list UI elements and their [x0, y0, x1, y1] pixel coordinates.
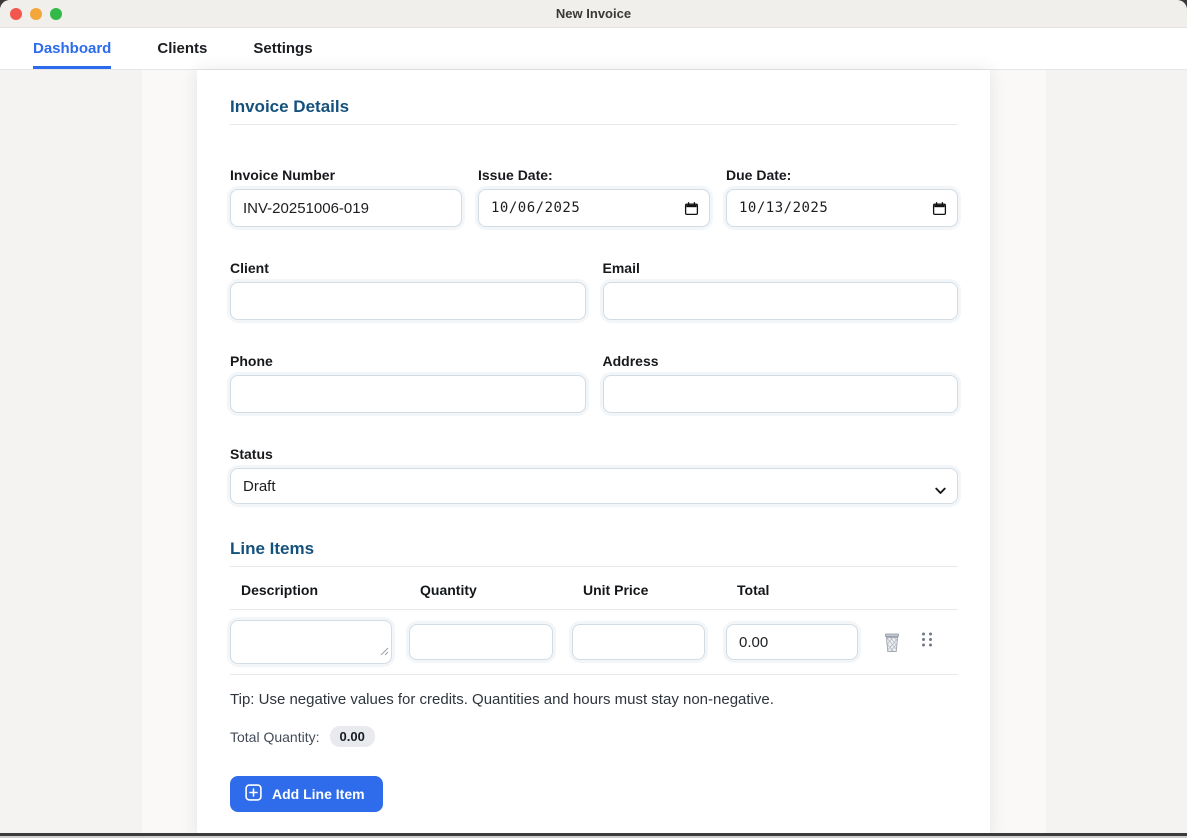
invoice-form-card: Invoice Details Invoice Number Issue Dat…	[197, 70, 990, 838]
status-row: Status Draft	[230, 447, 958, 504]
plus-square-icon	[245, 784, 262, 804]
title-bar: New Invoice	[0, 0, 1187, 28]
table-divider	[230, 674, 958, 675]
content-column: Invoice Details Invoice Number Issue Dat…	[142, 70, 1046, 838]
total-quantity-badge: 0.00	[330, 726, 375, 747]
line-item-row	[230, 610, 958, 674]
issue-date-label: Issue Date:	[478, 168, 710, 183]
tab-clients-label: Clients	[157, 40, 207, 57]
email-field[interactable]	[603, 282, 959, 320]
address-label: Address	[603, 354, 959, 369]
line-items-heading: Line Items	[230, 540, 958, 558]
tab-dashboard-label: Dashboard	[33, 40, 111, 57]
phone-address-row: Phone Address	[230, 354, 958, 413]
phone-label: Phone	[230, 354, 586, 369]
description-field[interactable]	[230, 620, 392, 664]
line-total-field[interactable]	[726, 624, 858, 660]
add-line-item-label: Add Line Item	[272, 786, 365, 802]
due-date-field[interactable]	[726, 189, 958, 227]
section-divider	[230, 566, 958, 567]
main-area: Invoice Details Invoice Number Issue Dat…	[0, 70, 1187, 838]
phone-field[interactable]	[230, 375, 586, 413]
email-label: Email	[603, 261, 959, 276]
client-field[interactable]	[230, 282, 586, 320]
window-bottom-edge	[0, 833, 1187, 836]
quantity-field[interactable]	[409, 624, 553, 660]
window-title: New Invoice	[0, 6, 1187, 21]
trash-icon	[882, 641, 902, 656]
total-quantity-row: Total Quantity: 0.00	[230, 726, 958, 747]
column-quantity: Quantity	[417, 582, 561, 598]
tab-settings[interactable]: Settings	[253, 28, 312, 69]
client-email-row: Client Email	[230, 261, 958, 320]
line-items-header: Description Quantity Unit Price Total	[230, 582, 958, 609]
section-divider	[230, 124, 958, 125]
column-unit-price: Unit Price	[580, 582, 713, 598]
delete-row-button[interactable]	[882, 632, 902, 653]
invoice-meta-row: Invoice Number Issue Date:	[230, 168, 958, 227]
drag-handle-icon[interactable]	[920, 631, 934, 653]
due-date-label: Due Date:	[726, 168, 958, 183]
status-label: Status	[230, 447, 958, 462]
column-total: Total	[734, 582, 866, 598]
client-label: Client	[230, 261, 586, 276]
nav-bar: Dashboard Clients Settings	[0, 28, 1187, 70]
invoice-number-label: Invoice Number	[230, 168, 462, 183]
column-description: Description	[238, 582, 400, 598]
issue-date-field[interactable]	[478, 189, 710, 227]
tab-clients[interactable]: Clients	[157, 28, 207, 69]
invoice-details-heading: Invoice Details	[230, 98, 958, 116]
address-field[interactable]	[603, 375, 959, 413]
tip-text: Tip: Use negative values for credits. Qu…	[230, 691, 958, 709]
tab-settings-label: Settings	[253, 40, 312, 57]
tab-dashboard[interactable]: Dashboard	[33, 28, 111, 69]
unit-price-field[interactable]	[572, 624, 705, 660]
status-select[interactable]: Draft	[230, 468, 958, 504]
total-quantity-label: Total Quantity:	[230, 729, 320, 745]
add-line-item-button[interactable]: Add Line Item	[230, 776, 383, 812]
invoice-number-field[interactable]	[230, 189, 462, 227]
app-window: New Invoice Dashboard Clients Settings I…	[0, 0, 1187, 838]
